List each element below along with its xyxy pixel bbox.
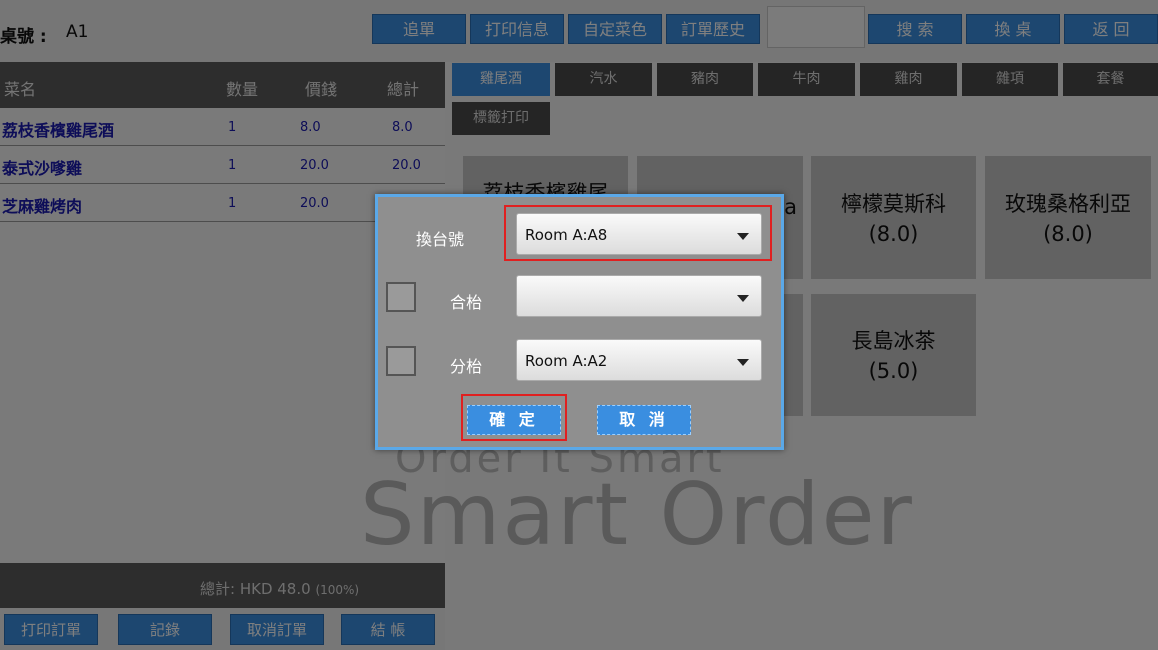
highlight-box bbox=[461, 394, 567, 441]
merge-table-select[interactable] bbox=[516, 275, 762, 317]
merge-table-label: 合枱 bbox=[450, 293, 483, 312]
change-table-label: 換台號 bbox=[416, 230, 465, 249]
change-table-dialog: 換台號 Room A:A8 合枱 分枱 Room A:A2 確 定 取 消 bbox=[375, 194, 784, 450]
split-checkbox[interactable] bbox=[386, 346, 416, 376]
dropdown-arrow-icon bbox=[737, 359, 749, 366]
dropdown-arrow-icon bbox=[737, 295, 749, 302]
split-table-value: Room A:A2 bbox=[525, 352, 608, 370]
merge-checkbox[interactable] bbox=[386, 282, 416, 312]
split-table-select[interactable]: Room A:A2 bbox=[516, 339, 762, 381]
highlight-box bbox=[504, 205, 772, 261]
split-table-label: 分枱 bbox=[450, 357, 483, 376]
cancel-button[interactable]: 取 消 bbox=[597, 405, 691, 435]
